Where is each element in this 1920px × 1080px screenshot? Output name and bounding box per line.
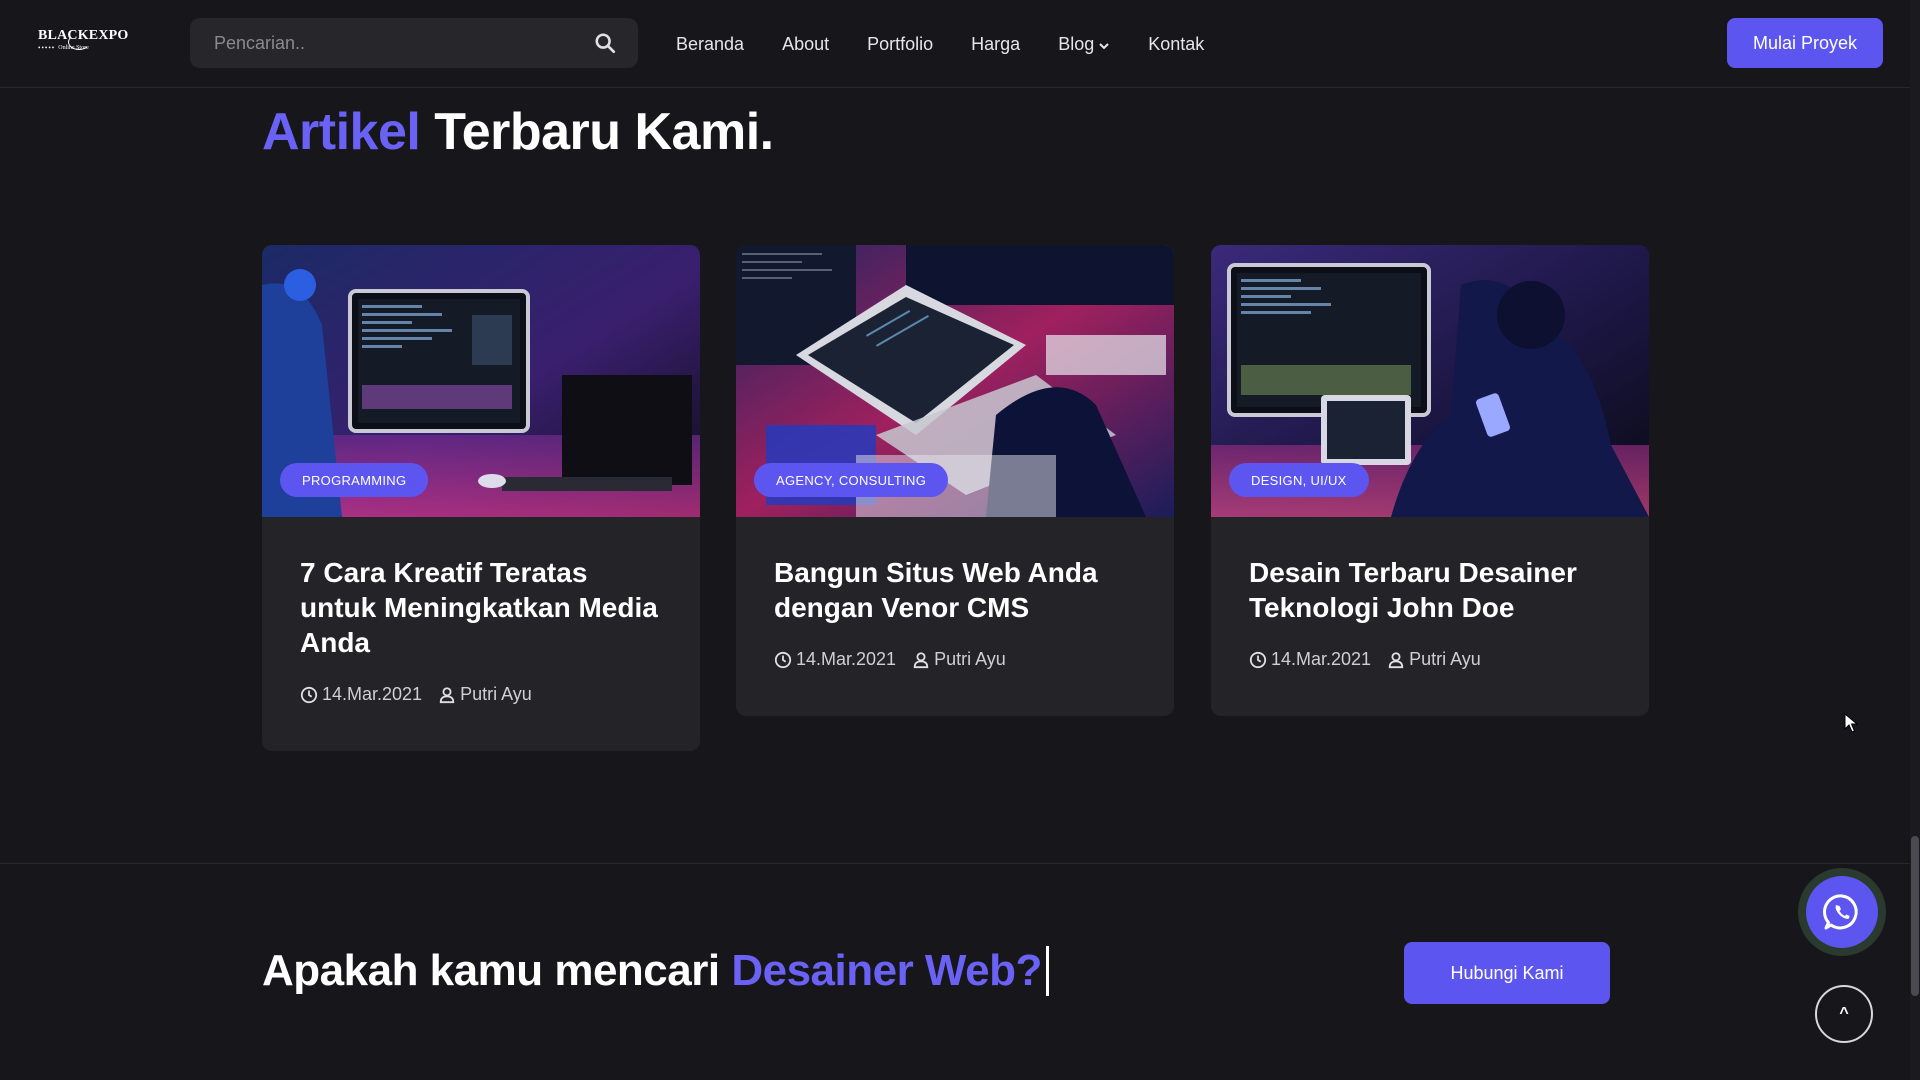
article-meta: 14.Mar.2021 Putri Ayu bbox=[1249, 649, 1611, 670]
article-author[interactable]: Putri Ayu bbox=[934, 649, 1006, 670]
page-scrollbar[interactable] bbox=[1910, 0, 1920, 1080]
section-title: Artikel Terbaru Kami. bbox=[262, 100, 774, 164]
section-title-rest: Terbaru Kami. bbox=[434, 103, 774, 161]
article-card[interactable]: DESIGN, UI/UX Desain Terbaru Desainer Te… bbox=[1211, 245, 1649, 716]
article-date: 14.Mar.2021 bbox=[796, 649, 897, 669]
start-project-button[interactable]: Mulai Proyek bbox=[1727, 18, 1883, 68]
cta-heading-plain: Apakah kamu mencari bbox=[262, 946, 720, 995]
cta-heading: Apakah kamu mencari Desainer Web? bbox=[262, 943, 1049, 999]
article-title[interactable]: Bangun Situs Web Anda dengan Venor CMS bbox=[774, 555, 1136, 625]
scroll-to-top-button[interactable]: ^ bbox=[1815, 985, 1873, 1043]
typing-caret bbox=[1045, 946, 1049, 996]
cta-heading-accent: Desainer Web? bbox=[731, 946, 1042, 995]
search-icon[interactable] bbox=[594, 32, 616, 54]
article-tag[interactable]: PROGRAMMING bbox=[280, 463, 429, 497]
article-date: 14.Mar.2021 bbox=[322, 684, 423, 704]
article-image[interactable]: AGENCY, CONSULTING bbox=[736, 245, 1174, 517]
article-card[interactable]: PROGRAMMING 7 Cara Kreatif Teratas untuk… bbox=[262, 245, 700, 751]
article-title[interactable]: 7 Cara Kreatif Teratas untuk Meningkatka… bbox=[300, 555, 662, 660]
mouse-cursor-icon bbox=[1844, 713, 1858, 733]
nav-link-harga[interactable]: Harga bbox=[971, 34, 1020, 55]
article-image[interactable]: PROGRAMMING bbox=[262, 245, 700, 517]
clock-icon bbox=[300, 686, 318, 703]
whatsapp-icon bbox=[1823, 894, 1858, 930]
main-nav: Beranda About Portfolio Harga Blog Konta… bbox=[676, 0, 1242, 88]
user-icon bbox=[439, 686, 455, 703]
logo-dots: ••••• bbox=[38, 44, 56, 52]
nav-link-beranda[interactable]: Beranda bbox=[676, 34, 744, 55]
whatsapp-button[interactable] bbox=[1798, 868, 1886, 956]
site-header: BLACKEXPO ••••• Online Store Beranda Abo… bbox=[0, 0, 1910, 88]
clock-icon bbox=[1249, 651, 1267, 668]
chevron-down-icon bbox=[1099, 43, 1109, 50]
logo-swirl-icon bbox=[68, 34, 90, 50]
article-meta: 14.Mar.2021 Putri Ayu bbox=[300, 684, 662, 705]
article-meta: 14.Mar.2021 Putri Ayu bbox=[774, 649, 1136, 670]
contact-us-button[interactable]: Hubungi Kami bbox=[1404, 942, 1610, 1004]
clock-icon bbox=[774, 651, 792, 668]
article-card[interactable]: AGENCY, CONSULTING Bangun Situs Web Anda… bbox=[736, 245, 1174, 716]
article-image[interactable]: DESIGN, UI/UX bbox=[1211, 245, 1649, 517]
article-author[interactable]: Putri Ayu bbox=[460, 684, 532, 705]
article-tag[interactable]: DESIGN, UI/UX bbox=[1229, 463, 1369, 497]
article-author[interactable]: Putri Ayu bbox=[1409, 649, 1481, 670]
article-title[interactable]: Desain Terbaru Desainer Teknologi John D… bbox=[1249, 555, 1611, 625]
search-bar bbox=[190, 18, 638, 68]
search-input[interactable] bbox=[190, 18, 580, 68]
scrollbar-thumb[interactable] bbox=[1911, 836, 1919, 996]
nav-link-kontak[interactable]: Kontak bbox=[1148, 34, 1204, 55]
section-divider bbox=[0, 863, 1910, 864]
nav-link-blog[interactable]: Blog bbox=[1058, 34, 1110, 55]
nav-link-about[interactable]: About bbox=[782, 34, 829, 55]
nav-blog-label: Blog bbox=[1058, 33, 1095, 54]
user-icon bbox=[1388, 651, 1404, 668]
article-date: 14.Mar.2021 bbox=[1271, 649, 1372, 669]
article-tag[interactable]: AGENCY, CONSULTING bbox=[754, 463, 949, 497]
nav-link-portfolio[interactable]: Portfolio bbox=[867, 34, 933, 55]
section-title-accent: Artikel bbox=[262, 103, 421, 161]
brand-logo[interactable]: BLACKEXPO ••••• Online Store bbox=[38, 28, 130, 58]
user-icon bbox=[913, 651, 929, 668]
